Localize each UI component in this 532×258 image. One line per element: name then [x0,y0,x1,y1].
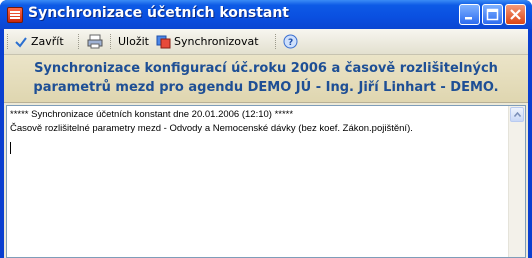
log-line: Časově rozlišitelné parametry mezd - Odv… [10,123,413,134]
close-icon [510,9,521,20]
text-caret [10,142,11,154]
close-button-label: Zavřít [31,35,64,48]
toolbar-separator [78,34,81,49]
header-title-line-1: Synchronizace konfigurací úč.roku 2006 a… [34,61,498,76]
window-title: Synchronizace účetních konstant [28,5,290,21]
maximize-button[interactable] [482,4,503,25]
toolbar-separator [110,34,113,49]
maximize-icon [486,8,499,21]
synchronize-button[interactable]: Synchronizovat [156,32,259,51]
chevron-up-icon [514,112,521,117]
title-bar[interactable]: Synchronizace účetních konstant [0,0,532,29]
minimize-icon [465,17,472,20]
printer-icon [87,34,103,49]
toolbar-separator [275,34,278,49]
log-textarea[interactable]: ***** Synchronizace účetních konstant dn… [6,105,526,258]
header-panel: Synchronizace konfigurací úč.roku 2006 a… [4,55,528,103]
scroll-up-button[interactable] [510,107,524,122]
window-client: Zavřít Uložit Synchronizovat ? Synchroni… [4,29,528,258]
toolbar-grip [7,34,10,49]
log-line: ***** Synchronizace účetních konstant dn… [10,109,294,120]
print-button[interactable] [87,32,106,51]
vertical-scrollbar[interactable] [508,106,525,257]
synchronize-icon [156,35,171,49]
close-window-button[interactable] [505,4,526,25]
save-button[interactable]: Uložit [118,32,149,51]
close-button[interactable]: Zavřít [14,32,64,51]
app-icon [7,7,23,23]
help-icon: ? [283,34,298,49]
save-button-label: Uložit [118,35,149,48]
synchronize-button-label: Synchronizovat [174,35,259,48]
checkmark-icon [15,36,27,48]
minimize-button[interactable] [459,4,480,25]
toolbar: Zavřít Uložit Synchronizovat ? [4,29,528,55]
header-title-line-2: parametrů mezd pro agendu DEMO JÚ - Ing.… [33,80,499,95]
help-button[interactable]: ? [283,32,301,51]
svg-text:?: ? [288,38,293,48]
app-window: Synchronizace účetních konstant Zavřít U… [0,0,532,258]
